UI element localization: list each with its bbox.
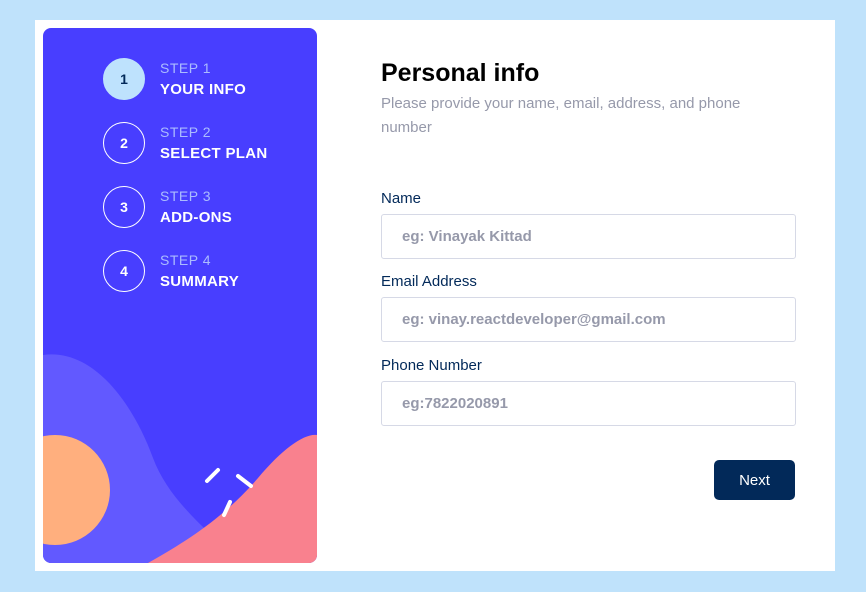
name-field-group: Name	[381, 190, 796, 259]
personal-info-form: Personal info Please provide your name, …	[381, 58, 796, 426]
phone-field-group: Phone Number	[381, 357, 796, 426]
step-title: SELECT PLAN	[160, 145, 268, 162]
step-item-select-plan[interactable]: 2 STEP 2 SELECT PLAN	[103, 122, 303, 186]
email-input[interactable]	[381, 297, 796, 342]
name-label: Name	[381, 190, 422, 207]
step-title: YOUR INFO	[160, 81, 247, 98]
step-label: STEP 4	[160, 252, 211, 268]
step-label: STEP 1	[160, 60, 211, 76]
form-card: 1 STEP 1 YOUR INFO 2 STEP 2 SELECT PLAN …	[35, 20, 835, 571]
sidebar: 1 STEP 1 YOUR INFO 2 STEP 2 SELECT PLAN …	[43, 28, 317, 563]
page-subtitle: Please provide your name, email, address…	[381, 95, 741, 136]
email-field-group: Email Address	[381, 273, 796, 342]
step-label: STEP 2	[160, 124, 211, 140]
step-label: STEP 3	[160, 188, 211, 204]
step-number-circle: 1	[103, 58, 145, 100]
email-label: Email Address	[381, 273, 477, 290]
step-number-circle: 4	[103, 250, 145, 292]
phone-input[interactable]	[381, 381, 796, 426]
step-item-your-info[interactable]: 1 STEP 1 YOUR INFO	[103, 58, 303, 122]
step-title: ADD-ONS	[160, 209, 233, 226]
step-number-circle: 3	[103, 186, 145, 228]
page-title: Personal info	[381, 59, 540, 87]
step-number-circle: 2	[103, 122, 145, 164]
step-item-summary[interactable]: 4 STEP 4 SUMMARY	[103, 250, 303, 314]
step-item-add-ons[interactable]: 3 STEP 3 ADD-ONS	[103, 186, 303, 250]
next-button[interactable]: Next	[714, 460, 795, 500]
phone-label: Phone Number	[381, 357, 482, 374]
step-title: SUMMARY	[160, 273, 240, 290]
name-input[interactable]	[381, 214, 796, 259]
step-list: 1 STEP 1 YOUR INFO 2 STEP 2 SELECT PLAN …	[103, 58, 303, 314]
